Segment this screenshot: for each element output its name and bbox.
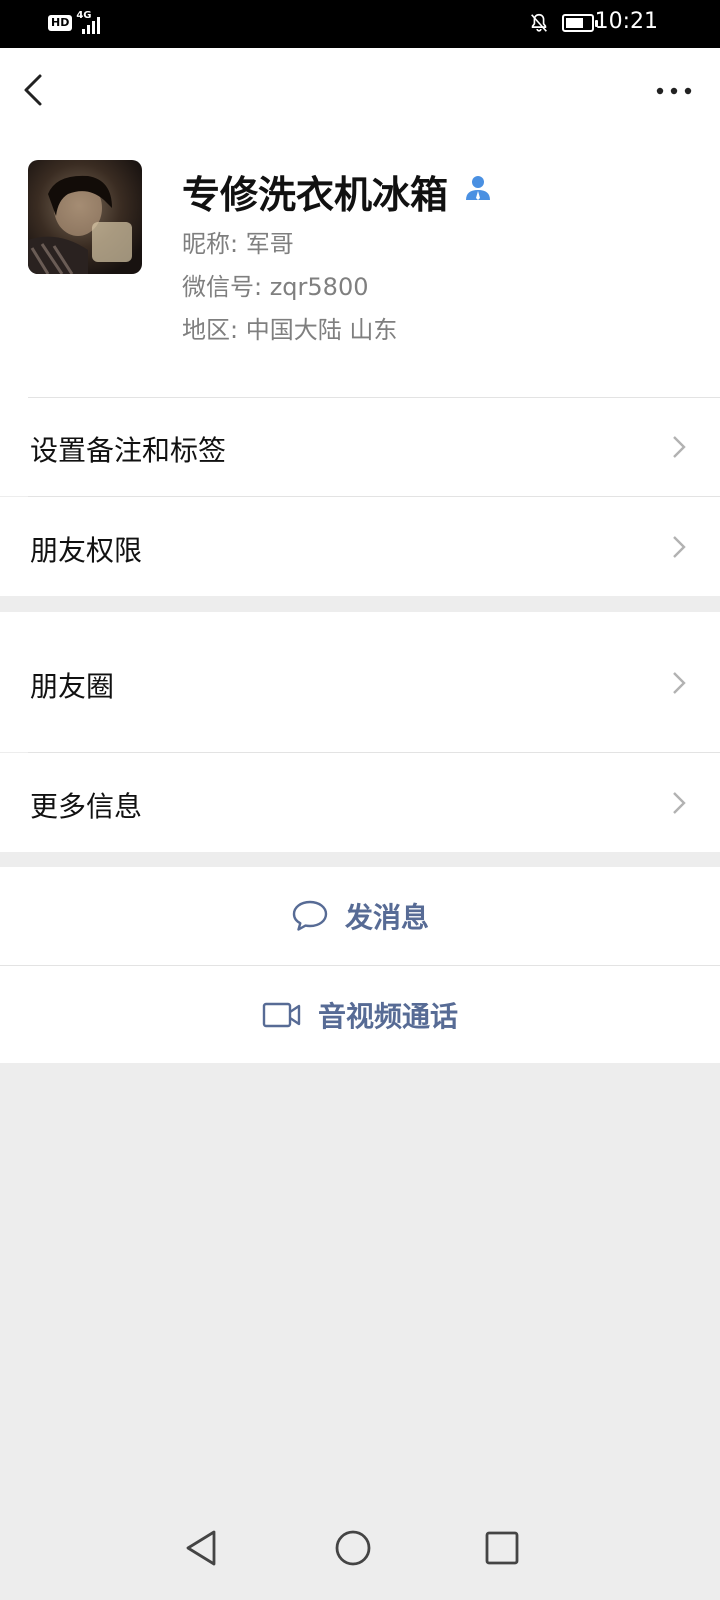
wechat-id-text: 微信号: zqr5800: [182, 273, 369, 301]
chevron-right-icon: [673, 792, 686, 814]
more-options-icon[interactable]: [654, 76, 694, 106]
remark-tags-label: 设置备注和标签: [30, 434, 227, 467]
battery-icon: [562, 14, 598, 32]
video-call-button[interactable]: 音视频通话: [0, 966, 720, 1063]
more-info-row[interactable]: 更多信息: [0, 753, 720, 852]
chevron-right-icon: [673, 672, 686, 694]
muted-bell-icon: [531, 13, 547, 32]
signal-icon: 4G: [76, 10, 108, 34]
hd-badge: HD: [48, 15, 73, 31]
video-camera-icon: [262, 1002, 301, 1027]
clock: 10:21: [594, 9, 658, 34]
nav-recents-icon[interactable]: [478, 1524, 526, 1572]
back-icon[interactable]: [18, 70, 54, 110]
profile-name: 专修洗衣机冰箱: [182, 173, 449, 217]
chevron-right-icon: [673, 536, 686, 558]
moments-label: 朋友圈: [30, 670, 115, 703]
more-info-label: 更多信息: [30, 790, 143, 823]
remark-tags-row[interactable]: 设置备注和标签: [0, 398, 720, 496]
region-text: 地区: 中国大陆 山东: [182, 316, 398, 344]
system-nav-bar: [0, 1500, 720, 1600]
friend-permissions-row[interactable]: 朋友权限: [0, 497, 720, 596]
contact-person-icon: [466, 176, 490, 200]
friend-permissions-label: 朋友权限: [30, 534, 143, 567]
nav-home-icon[interactable]: [329, 1524, 377, 1572]
profile-card: 专修洗衣机冰箱 昵称: 军哥 微信号: zqr5800 地区: 中国大陆 山东: [0, 48, 720, 398]
video-call-label: 音视频通话: [317, 999, 458, 1033]
moments-row[interactable]: 朋友圈: [0, 612, 720, 752]
nickname-text: 昵称: 军哥: [182, 230, 294, 258]
send-message-button[interactable]: 发消息: [0, 867, 720, 965]
status-left: HD 4G: [48, 10, 108, 34]
avatar[interactable]: [28, 160, 142, 274]
send-message-label: 发消息: [344, 901, 429, 934]
status-bar: HD 4G 10:21: [0, 0, 720, 48]
chat-bubble-icon: [292, 900, 328, 931]
nav-back-icon[interactable]: [178, 1524, 226, 1572]
chevron-right-icon: [673, 436, 686, 458]
